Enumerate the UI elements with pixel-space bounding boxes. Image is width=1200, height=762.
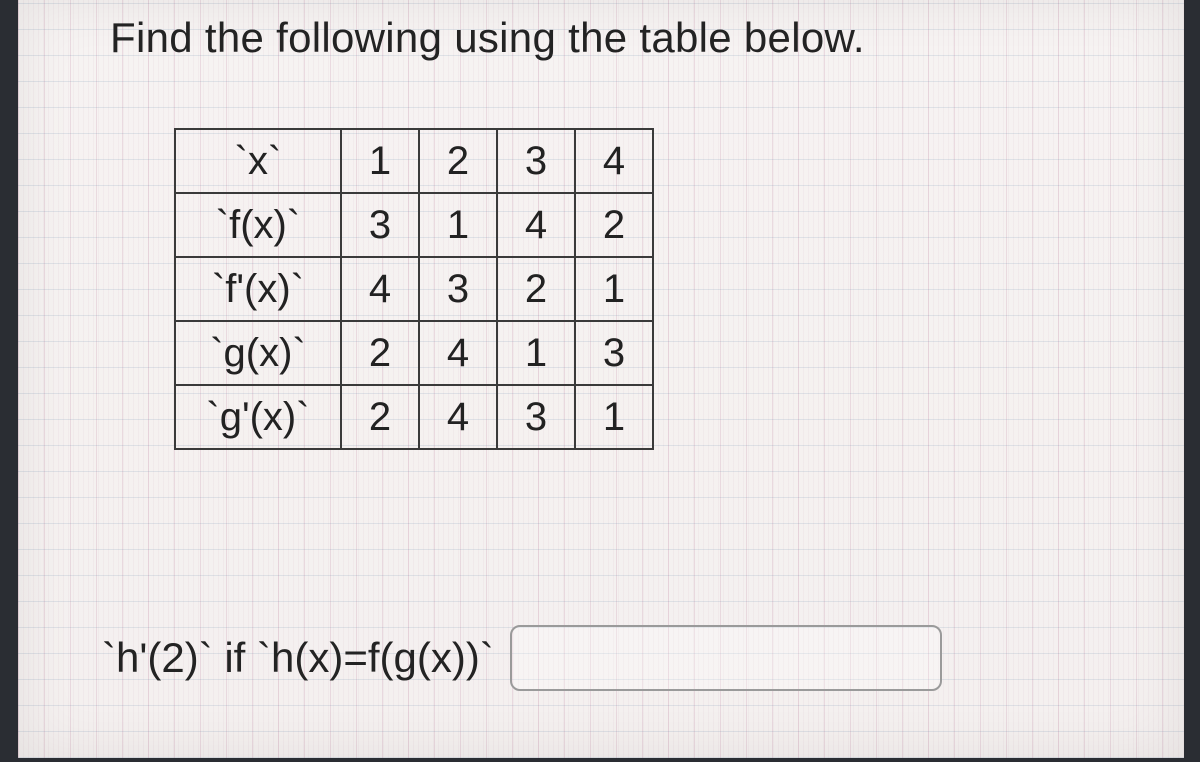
table-cell: 3 [341,193,419,257]
table-cell: 2 [419,129,497,193]
table-cell: 4 [497,193,575,257]
table-rowheader-fprimex: `f'(x)` [175,257,341,321]
table-cell: 2 [497,257,575,321]
table-cell: 3 [497,129,575,193]
table-cell: 4 [341,257,419,321]
table-cell: 1 [497,321,575,385]
table-header-x: `x` [175,129,341,193]
table-cell: 1 [341,129,419,193]
table-cell: 1 [575,257,653,321]
table-cell: 4 [419,321,497,385]
answer-input[interactable] [510,625,942,691]
table-row: `f'(x)` 4 3 2 1 [175,257,653,321]
table-cell: 4 [575,129,653,193]
table-cell: 1 [575,385,653,449]
question-row: `h'(2)` if `h(x)=f(g(x))` [102,625,942,691]
table-cell: 3 [419,257,497,321]
table-rowheader-fx: `f(x)` [175,193,341,257]
table-rowheader-gx: `g(x)` [175,321,341,385]
table-row: `g'(x)` 2 4 3 1 [175,385,653,449]
table-row: `g(x)` 2 4 1 3 [175,321,653,385]
prompt-text: Find the following using the table below… [110,14,865,62]
table-cell: 3 [497,385,575,449]
table-cell: 2 [341,321,419,385]
worksheet-page: Find the following using the table below… [18,0,1184,758]
table-cell: 2 [575,193,653,257]
question-text: `h'(2)` if `h(x)=f(g(x))` [102,634,494,682]
table-rowheader-gprimex: `g'(x)` [175,385,341,449]
table-cell: 4 [419,385,497,449]
function-table: `x` 1 2 3 4 `f(x)` 3 1 4 2 `f'(x)` 4 3 2… [174,128,654,450]
table-cell: 2 [341,385,419,449]
table-cell: 1 [419,193,497,257]
table-row: `x` 1 2 3 4 [175,129,653,193]
table-row: `f(x)` 3 1 4 2 [175,193,653,257]
table-cell: 3 [575,321,653,385]
